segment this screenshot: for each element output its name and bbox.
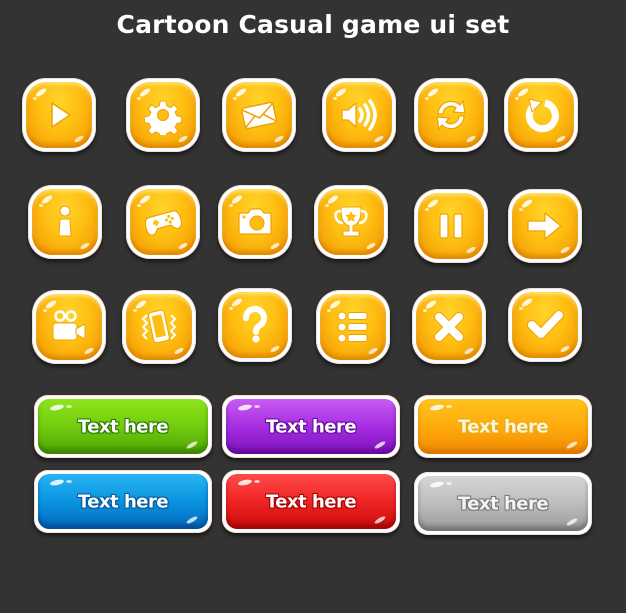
vibrate-button[interactable]: [122, 290, 196, 364]
next-button[interactable]: [508, 189, 582, 263]
list-icon: [337, 311, 368, 343]
close-icon: [434, 312, 464, 342]
help-button[interactable]: [218, 288, 292, 362]
trophy-icon: [334, 206, 368, 237]
trophy-button[interactable]: [314, 185, 388, 259]
restart-button[interactable]: [504, 78, 578, 152]
help-icon: [242, 305, 267, 343]
camera-button[interactable]: [218, 185, 292, 259]
check-icon: [527, 310, 564, 339]
button-label: Text here: [457, 416, 549, 437]
sound-icon: [341, 99, 377, 131]
settings-button[interactable]: [126, 78, 200, 152]
gear-icon: [143, 100, 183, 135]
info-icon: [58, 205, 72, 237]
button-label: Text here: [265, 491, 357, 512]
orange-text-button[interactable]: Text here: [414, 395, 592, 458]
info-button[interactable]: [28, 185, 102, 259]
blue-text-button[interactable]: Text here: [34, 470, 212, 533]
play-button[interactable]: [22, 78, 96, 152]
video-button[interactable]: [32, 290, 106, 364]
grey-text-button[interactable]: Text here: [414, 472, 592, 535]
play-icon: [51, 102, 71, 128]
mail-icon: [241, 101, 278, 130]
arrow-right-icon: [527, 212, 562, 240]
confirm-button[interactable]: [508, 288, 582, 362]
button-label: Text here: [77, 491, 169, 512]
green-text-button[interactable]: Text here: [34, 395, 212, 458]
vibrate-icon: [141, 309, 177, 344]
button-label: Text here: [77, 416, 169, 437]
sound-button[interactable]: [322, 78, 396, 152]
mail-button[interactable]: [222, 78, 296, 152]
purple-text-button[interactable]: Text here: [222, 395, 400, 458]
refresh-button[interactable]: [414, 78, 488, 152]
pause-button[interactable]: [414, 189, 488, 263]
red-text-button[interactable]: Text here: [222, 470, 400, 533]
gamepad-button[interactable]: [126, 185, 200, 259]
button-label: Text here: [457, 493, 549, 514]
video-camera-icon: [52, 310, 86, 341]
pause-icon: [439, 213, 463, 239]
list-button[interactable]: [316, 290, 390, 364]
close-button[interactable]: [412, 290, 486, 364]
button-label: Text here: [265, 416, 357, 437]
gamepad-icon: [144, 210, 183, 236]
camera-icon: [238, 208, 272, 235]
refresh-icon: [436, 100, 466, 130]
restart-icon: [525, 98, 559, 133]
page-title: Cartoon Casual game ui set: [116, 10, 510, 39]
